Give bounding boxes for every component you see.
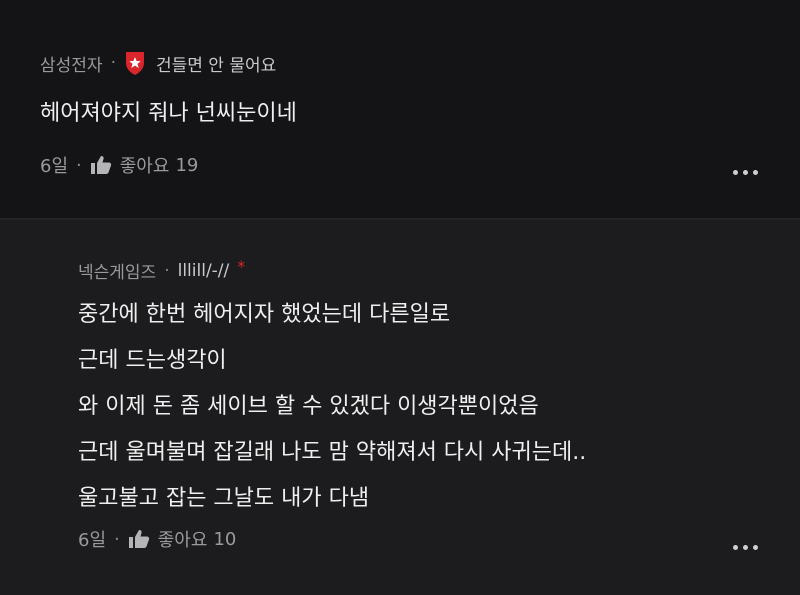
comment-age: 6일 <box>40 156 69 177</box>
comment-line: 근데 울며불며 잡길래 나도 맘 약해져서 다시 사귀는데.. <box>78 440 587 465</box>
more-options-icon[interactable] <box>733 545 758 550</box>
comment-footer: 6일 · 좋아요 19 <box>40 152 198 178</box>
more-options-icon[interactable] <box>733 170 758 175</box>
separator-dot: · <box>164 260 170 281</box>
author-name[interactable]: 넥슨게임즈 <box>78 258 156 283</box>
comment-line: 근데 드는생각이 <box>78 348 227 373</box>
like-label[interactable]: 좋아요 <box>120 152 170 178</box>
comment-meta: 넥슨게임즈 · lllill/-// * <box>78 257 246 283</box>
comment-line: 중간에 한번 헤어지자 했었는데 다른일로 <box>78 302 451 327</box>
user-flair: lllill/-// <box>177 260 230 281</box>
comment-item: 삼성전자 · 건들면 안 물어요 헤어져야지 줘나 넌씨눈이네 6일 · 좋아요… <box>0 0 800 218</box>
comment-line: 울고불고 잡는 그날도 내가 다냄 <box>78 486 370 511</box>
thumbs-up-icon[interactable] <box>90 155 112 175</box>
reply-item: 넥슨게임즈 · lllill/-// * 중간에 한번 헤어지자 했었는데 다른… <box>0 220 800 595</box>
like-count: 10 <box>213 528 237 550</box>
comment-age: 6일 <box>78 530 107 551</box>
separator-dot: · <box>110 53 116 73</box>
like-label[interactable]: 좋아요 <box>158 526 208 552</box>
comment-text: 헤어져야지 줘나 넌씨눈이네 <box>40 101 297 126</box>
like-count: 19 <box>175 154 199 176</box>
comment-text: 중간에 한번 헤어지자 했었는데 다른일로 근데 드는생각이 와 이제 돈 좀 … <box>78 292 586 522</box>
comment-line: 와 이제 돈 좀 세이브 할 수 있겠다 이생각뿐이었음 <box>78 394 539 419</box>
author-name[interactable]: 삼성전자 <box>40 51 103 76</box>
shield-star-icon <box>124 50 146 76</box>
separator-dot: · <box>114 528 120 550</box>
thumbs-up-icon[interactable] <box>128 529 150 549</box>
comment-meta: 삼성전자 · 건들면 안 물어요 <box>40 50 276 76</box>
comment-footer: 6일 · 좋아요 10 <box>78 526 236 552</box>
user-flair: 건들면 안 물어요 <box>155 55 277 76</box>
separator-dot: · <box>76 154 82 176</box>
new-marker: * <box>237 257 246 276</box>
